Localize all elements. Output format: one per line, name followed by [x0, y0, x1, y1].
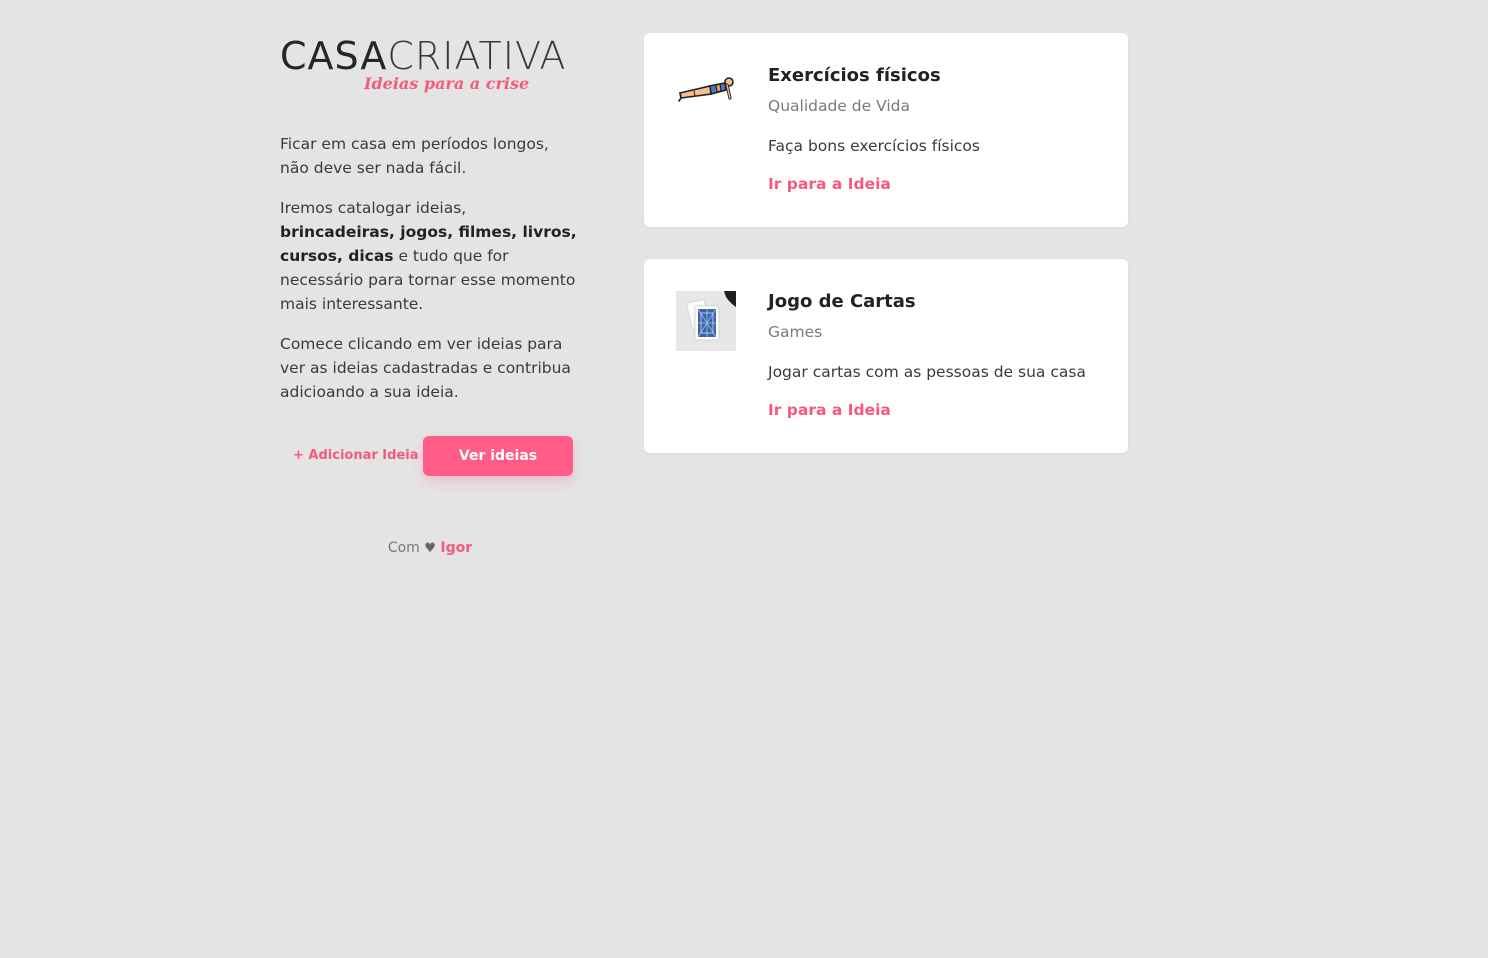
idea-description: Jogar cartas com as pessoas de sua casa: [768, 363, 1086, 381]
idea-category: Games: [768, 323, 823, 341]
playing-cards-photo: [676, 291, 736, 351]
idea-title: Exercícios físicos: [768, 65, 941, 86]
idea-category: Qualidade de Vida: [768, 97, 910, 115]
intro-paragraph-1: Ficar em casa em períodos longos, não de…: [280, 135, 549, 177]
intro-paragraph-2: Iremos catalogar ideias, brincadeiras, j…: [280, 196, 580, 316]
footer-prefix: Com: [387, 540, 420, 556]
intro-paragraph-3: Comece clicando em ver ideias para ver a…: [280, 335, 571, 401]
idea-title: Jogo de Cartas: [768, 291, 916, 312]
idea-description: Faça bons exercícios físicos: [768, 137, 980, 155]
intro-column: CASACRIATIVA Ideias para a crise Ficar e…: [280, 36, 580, 556]
view-ideas-button[interactable]: Ver ideias: [423, 436, 573, 476]
idea-card: Exercícios físicos Qualidade de Vida Faç…: [644, 33, 1128, 227]
intro-text: Ficar em casa em períodos longos, não de…: [280, 132, 580, 420]
logo-part-casa: CASA: [280, 34, 388, 78]
author-link[interactable]: Igor: [440, 540, 472, 556]
logo-tagline: Ideias para a crise: [364, 74, 530, 93]
logo-part-criativa: CRIATIVA: [387, 34, 567, 78]
add-idea-link[interactable]: + Adicionar Ideia: [293, 448, 419, 463]
actions: + Adicionar Ideia Ver ideias: [280, 436, 580, 478]
idea-link[interactable]: Ir para a Ideia: [768, 401, 891, 419]
idea-link[interactable]: Ir para a Ideia: [768, 175, 891, 193]
footer: Com ♥ Igor: [280, 540, 580, 556]
logo[interactable]: CASACRIATIVA: [280, 36, 580, 76]
heart-icon: ♥: [424, 541, 436, 556]
exercise-plank-icon: [676, 65, 736, 125]
intro-p2-text: Iremos catalogar ideias,: [280, 199, 467, 217]
idea-card: Jogo de Cartas Games Jogar cartas com as…: [644, 259, 1128, 453]
